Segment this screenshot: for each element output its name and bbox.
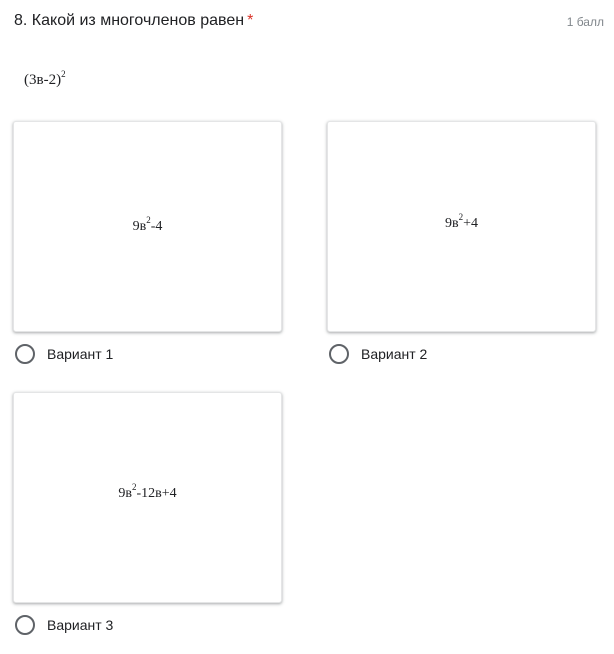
- expression-base: (3в-2): [24, 72, 62, 88]
- option-2-image-card[interactable]: 9в2+4: [327, 121, 596, 332]
- formula-part: -12в+4: [136, 485, 177, 501]
- expression-exponent: 2: [61, 69, 66, 79]
- option-2-formula: 9в2+4: [444, 212, 479, 232]
- formula-part: 9в: [118, 485, 132, 501]
- question-expression-image: (3в-2)2: [24, 69, 66, 89]
- formula-part: +4: [463, 215, 479, 231]
- option-3-radio-button[interactable]: [15, 615, 35, 635]
- option-1-label: Вариант 1: [47, 346, 114, 362]
- option-3-radio-row[interactable]: Вариант 3: [15, 615, 282, 635]
- option-3-label: Вариант 3: [47, 617, 114, 633]
- question-title: 8. Какой из многочленов равен *: [14, 11, 253, 31]
- option-3: 9в2-12в+4 Вариант 3: [13, 392, 282, 635]
- option-2-radio-row[interactable]: Вариант 2: [329, 344, 596, 364]
- option-1-image-card[interactable]: 9в2-4: [13, 121, 282, 332]
- option-3-image-card[interactable]: 9в2-12в+4: [13, 392, 282, 603]
- option-1-formula: 9в2-4: [132, 215, 163, 235]
- formula-part: 9в: [132, 218, 147, 234]
- required-marker: *: [247, 12, 254, 29]
- option-2-label: Вариант 2: [361, 346, 428, 362]
- option-2-radio-button[interactable]: [329, 344, 349, 364]
- option-2: 9в2+4 Вариант 2: [327, 121, 596, 364]
- formula-part: -4: [150, 218, 163, 234]
- question-title-text: 8. Какой из многочленов равен: [14, 12, 245, 29]
- question-points: 1 балл: [566, 15, 604, 29]
- option-1-radio-row[interactable]: Вариант 1: [15, 344, 282, 364]
- option-1: 9в2-4 Вариант 1: [13, 121, 282, 364]
- option-3-formula: 9в2-12в+4: [118, 482, 177, 502]
- option-1-radio-button[interactable]: [15, 344, 35, 364]
- formula-part: 9в: [444, 215, 459, 231]
